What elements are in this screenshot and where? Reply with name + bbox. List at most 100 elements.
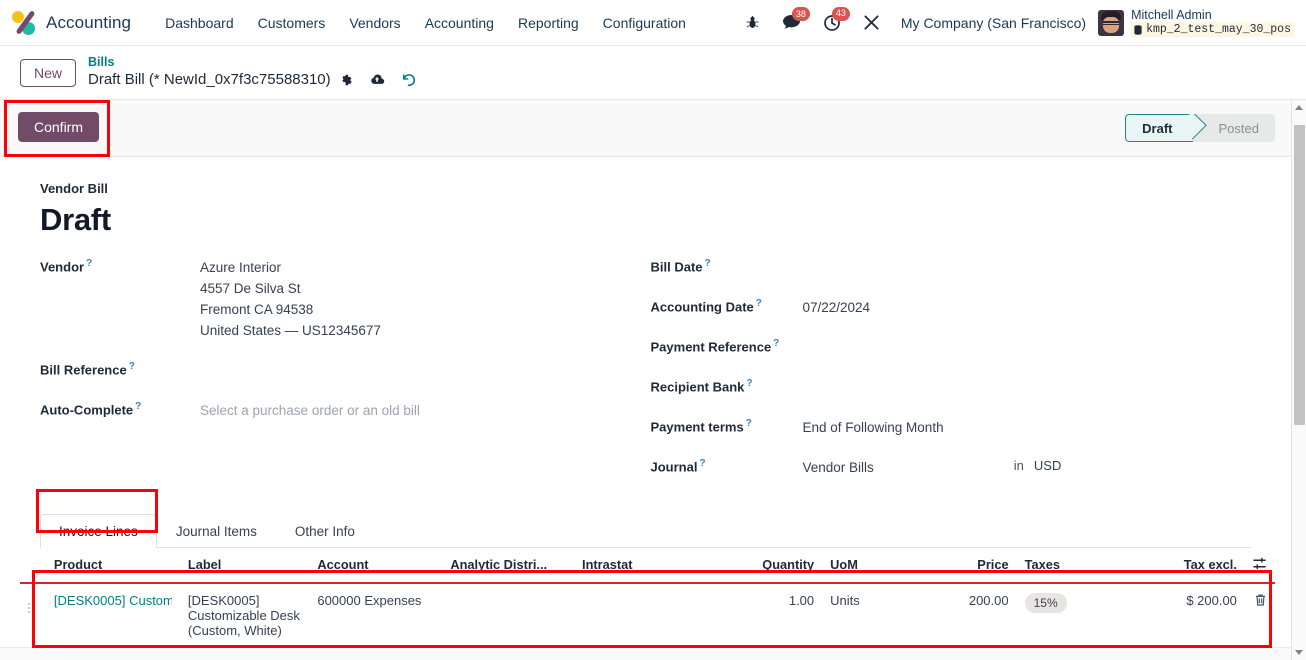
column-account[interactable]: Account: [309, 547, 443, 584]
cell-quantity[interactable]: 1.00: [733, 583, 823, 647]
field-accounting-date-input[interactable]: 07/22/2024: [803, 298, 871, 319]
breadcrumb-bar: New Bills Draft Bill (* NewId_0x7f3c7558…: [0, 46, 1306, 100]
field-recipient-bank-input[interactable]: [803, 378, 807, 399]
column-intrastat[interactable]: Intrastat: [574, 547, 733, 584]
menu-item-accounting[interactable]: Accounting: [413, 9, 506, 37]
question-mark-icon[interactable]: ?: [705, 258, 711, 269]
row-drag-handle[interactable]: [20, 583, 46, 647]
column-taxes[interactable]: Taxes: [1016, 547, 1166, 584]
bug-icon[interactable]: [734, 15, 771, 30]
trash-icon[interactable]: [1254, 594, 1267, 610]
cell-taxes[interactable]: 15%: [1017, 583, 1166, 647]
tools-icon[interactable]: [852, 14, 891, 31]
product-link[interactable]: [DESK0005] Custom: [54, 593, 172, 608]
field-vendor: Vendor? Azure Interior 4557 De Silva St …: [40, 258, 651, 342]
cell-tax-excl: $ 200.00: [1186, 592, 1237, 608]
column-product[interactable]: Product: [45, 547, 180, 584]
tab-journal-items[interactable]: Journal Items: [157, 514, 276, 548]
menu-item-dashboard[interactable]: Dashboard: [153, 9, 246, 37]
tab-invoice-lines[interactable]: Invoice Lines: [40, 513, 157, 548]
menu-item-configuration[interactable]: Configuration: [591, 9, 698, 37]
vendor-name: Azure Interior: [200, 260, 282, 275]
cell-label[interactable]: [DESK0005] Customizable Desk (Custom, Wh…: [180, 583, 309, 647]
field-payment-reference: Payment Reference?: [651, 338, 1262, 359]
user-menu[interactable]: Mitchell Admin kmp_2_test_may_30_pos: [1096, 8, 1300, 38]
question-mark-icon[interactable]: ?: [129, 361, 135, 372]
field-auto-complete: Auto-Complete? Select a purchase order o…: [40, 401, 651, 422]
drag-handle-icon[interactable]: [28, 600, 34, 613]
tax-badge[interactable]: 15%: [1024, 592, 1067, 613]
invoice-lines-table-wrapper: Product Label Account Analytic Distri...…: [20, 547, 1275, 647]
menu-item-customers[interactable]: Customers: [246, 9, 338, 37]
field-bill-reference-label: Bill Reference: [40, 362, 127, 378]
vertical-scrollbar-thumb[interactable]: [1294, 125, 1305, 425]
field-payment-reference-label: Payment Reference: [650, 339, 772, 355]
breadcrumb-parent-bills[interactable]: Bills: [88, 55, 424, 71]
app-name: Accounting: [46, 12, 132, 32]
status-step-posted[interactable]: Posted: [1193, 114, 1275, 142]
field-vendor-value[interactable]: Azure Interior 4557 De Silva St Fremont …: [200, 258, 381, 342]
breadcrumb-current-record: Draft Bill (* NewId_0x7f3c75588310): [88, 70, 331, 88]
field-bill-reference-input[interactable]: [200, 361, 204, 382]
journal-in-label: in: [1013, 457, 1024, 473]
question-mark-icon[interactable]: ?: [135, 401, 141, 412]
field-bill-date: Bill Date?: [651, 258, 1262, 279]
column-tax-excl[interactable]: Tax excl.: [1165, 547, 1245, 584]
company-selector[interactable]: My Company (San Francisco): [891, 15, 1096, 31]
question-mark-icon[interactable]: ?: [746, 418, 752, 429]
cell-intrastat[interactable]: [574, 583, 732, 647]
field-payment-terms: Payment terms? End of Following Month: [651, 418, 1262, 439]
question-mark-icon[interactable]: ?: [746, 378, 752, 389]
field-payment-reference-input[interactable]: [803, 338, 807, 359]
field-auto-complete-input[interactable]: Select a purchase order or an old bill: [200, 401, 420, 422]
field-journal-input[interactable]: Vendor Bills: [803, 458, 874, 479]
question-mark-icon[interactable]: ?: [699, 458, 705, 469]
document-type-label: Vendor Bill: [40, 181, 108, 196]
field-bill-reference: Bill Reference?: [40, 361, 651, 382]
cloud-upload-icon[interactable]: [361, 73, 393, 87]
column-price[interactable]: Price: [946, 547, 1017, 584]
brand-home[interactable]: Accounting: [0, 9, 132, 36]
vendor-city: Fremont CA 94538: [200, 301, 314, 317]
tab-other-info[interactable]: Other Info: [276, 514, 374, 548]
cell-product[interactable]: [DESK0005] Custom: [46, 583, 180, 647]
question-mark-icon[interactable]: ?: [756, 298, 762, 309]
cell-analytic-distribution[interactable]: [442, 583, 574, 647]
column-label[interactable]: Label: [179, 547, 310, 584]
gear-icon[interactable]: [331, 73, 361, 87]
confirm-button[interactable]: Confirm: [18, 112, 100, 142]
column-uom[interactable]: UoM: [822, 547, 947, 584]
menu-item-reporting[interactable]: Reporting: [506, 9, 591, 37]
scroll-down-arrow-icon[interactable]: [1295, 650, 1303, 655]
journal-currency[interactable]: USD: [1034, 458, 1061, 473]
notebook-tabs: Invoice Lines Journal Items Other Info: [40, 513, 1251, 548]
status-step-draft[interactable]: Draft: [1125, 114, 1193, 142]
field-payment-terms-input[interactable]: End of Following Month: [803, 418, 944, 439]
activities-icon[interactable]: 43: [812, 6, 852, 32]
column-analytic-distribution[interactable]: Analytic Distri...: [442, 547, 575, 584]
messages-icon[interactable]: 38: [771, 7, 812, 31]
column-options-icon[interactable]: [1253, 557, 1267, 573]
table-row[interactable]: [DESK0005] Custom [DESK0005] Customizabl…: [20, 583, 1275, 647]
cell-price[interactable]: 200.00: [947, 583, 1017, 647]
invoice-lines-table: Product Label Account Analytic Distri...…: [20, 547, 1275, 647]
cell-account[interactable]: 600000 Expenses: [309, 583, 442, 647]
column-quantity[interactable]: Quantity: [732, 547, 823, 584]
horizontal-scrollbar[interactable]: [0, 647, 1291, 660]
column-options: [1244, 547, 1275, 584]
scroll-up-arrow-icon[interactable]: [1295, 105, 1303, 110]
cell-delete[interactable]: [1245, 583, 1275, 647]
vertical-scrollbar[interactable]: [1291, 100, 1306, 660]
question-mark-icon[interactable]: ?: [86, 258, 92, 269]
field-vendor-label: Vendor: [40, 259, 85, 275]
field-auto-complete-label: Auto-Complete: [40, 401, 134, 417]
avatar-icon: [1098, 9, 1125, 36]
question-mark-icon[interactable]: ?: [773, 338, 779, 349]
new-button[interactable]: New: [20, 58, 77, 87]
field-bill-date-input[interactable]: [803, 258, 807, 279]
menu-item-vendors[interactable]: Vendors: [337, 9, 412, 37]
cell-uom[interactable]: Units: [822, 583, 947, 647]
top-navbar: Accounting Dashboard Customers Vendors A…: [0, 0, 1306, 46]
undo-icon[interactable]: [393, 73, 424, 87]
vendor-country: United States — US12345677: [200, 322, 381, 338]
